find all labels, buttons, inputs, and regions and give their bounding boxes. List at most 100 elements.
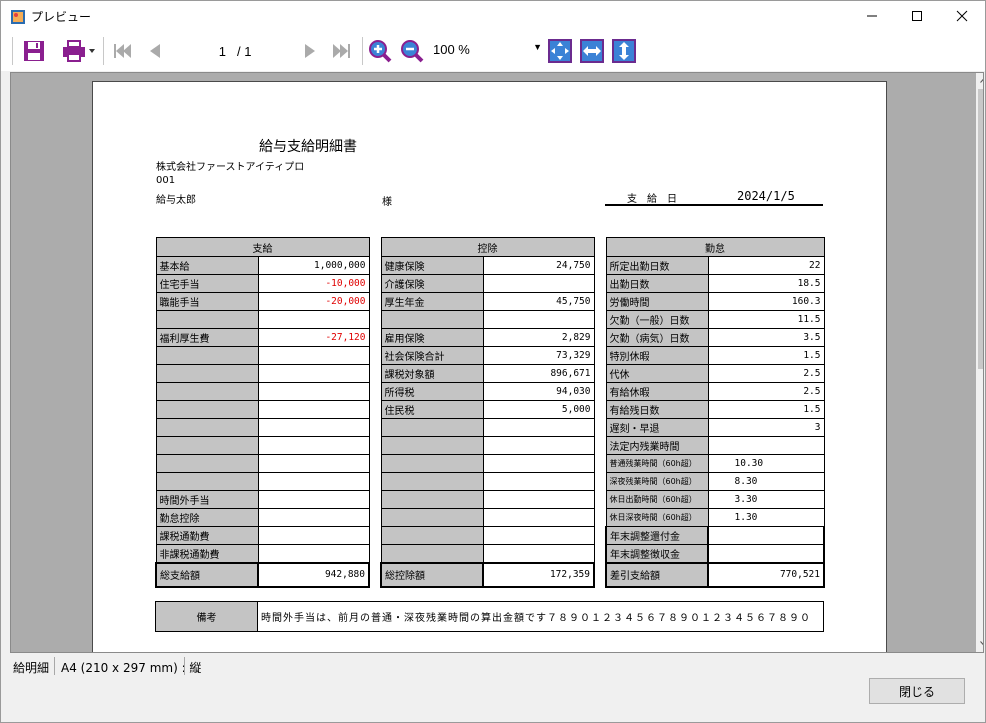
row-label: 住宅手当 [155, 274, 259, 293]
row-label [380, 526, 484, 545]
deductions-total-label: 総控除額 [380, 561, 484, 588]
deductions-total-value: 172,359 [482, 561, 595, 588]
table-row [155, 400, 370, 419]
remarks-label: 備考 [155, 601, 258, 632]
table-row: 職能手当 -20,000 [155, 292, 370, 311]
save-button[interactable] [21, 38, 47, 64]
table-row: 出勤日数 18.5 [605, 274, 825, 293]
row-value: 94,030 [482, 382, 595, 401]
scroll-up-icon[interactable] [980, 77, 984, 83]
preview-window: プレビュー / 1 100 % ▼ 給与支給明細書 株式会社ファ [0, 0, 986, 723]
row-value [257, 400, 370, 419]
table-row: 課税通勤費 [155, 526, 370, 545]
payments-table: 支給 基本給 1,000,000 住宅手当 -10,000 職能手当 -20,000 福利厚生… [155, 237, 370, 588]
row-label [155, 454, 259, 473]
honorific: 様 [382, 197, 392, 208]
deductions-header-row: 控除 [380, 237, 595, 257]
row-value [257, 454, 370, 473]
fit-height-button[interactable] [611, 38, 637, 64]
table-row: 普通残業時間（60h超） 10.30 [605, 454, 825, 473]
table-row [155, 418, 370, 437]
close-window-button[interactable] [939, 1, 985, 31]
table-row: 健康保険 24,750 [380, 256, 595, 275]
table-row: 所得税 94,030 [380, 382, 595, 401]
row-value [482, 274, 595, 293]
minimize-button[interactable] [849, 1, 895, 31]
table-row: 有給休暇 2.5 [605, 382, 825, 401]
attendance-total-label: 差引支給額 [605, 561, 709, 588]
row-label [380, 490, 484, 509]
page-number-input[interactable] [171, 39, 229, 63]
row-label: 普通残業時間（60h超） [605, 454, 709, 473]
scroll-thumb[interactable] [978, 89, 983, 369]
report-page: 給与支給明細書 株式会社ファーストアイティプロ 001 給与太郎 様 支 給 日… [92, 81, 887, 652]
row-label: 代休 [605, 364, 709, 383]
zoom-out-icon [401, 40, 424, 63]
row-label: 基本給 [155, 256, 259, 275]
row-value: 18.5 [707, 274, 825, 293]
fit-width-button[interactable] [579, 38, 605, 64]
fit-height-icon [612, 39, 636, 63]
close-button[interactable]: 閉じる [869, 678, 965, 704]
table-row [380, 454, 595, 473]
row-label [380, 508, 484, 527]
row-value: 2,829 [482, 328, 595, 347]
zoom-out-button[interactable] [399, 38, 425, 64]
row-label: 社会保険合計 [380, 346, 484, 365]
vertical-scrollbar[interactable] [976, 73, 984, 652]
row-label: 労働時間 [605, 292, 709, 311]
table-row [155, 472, 370, 491]
row-label: 福利厚生費 [155, 328, 259, 347]
pay-date: 2024/1/5 [737, 189, 795, 203]
employee-code: 001 [156, 175, 176, 186]
row-label: 年末調整徴収金 [605, 544, 709, 563]
table-row [380, 418, 595, 437]
status-report-name: 給明細 [13, 661, 50, 675]
preview-viewport[interactable]: 給与支給明細書 株式会社ファーストアイティプロ 001 給与太郎 様 支 給 日… [10, 72, 984, 653]
row-label: 厚生年金 [380, 292, 484, 311]
attendance-header: 勤怠 [605, 237, 825, 257]
row-label [155, 346, 259, 365]
row-value [257, 382, 370, 401]
row-value [257, 310, 370, 329]
zoom-select[interactable]: 100 % ▼ [429, 39, 545, 63]
row-label [380, 454, 484, 473]
table-row [380, 472, 595, 491]
pay-date-label: 支 給 日 [627, 194, 677, 205]
table-row: 代休 2.5 [605, 364, 825, 383]
next-page-button[interactable] [297, 38, 323, 64]
table-row [380, 526, 595, 545]
row-label: 雇用保険 [380, 328, 484, 347]
fit-page-button[interactable] [547, 38, 573, 64]
prev-page-button[interactable] [142, 38, 168, 64]
row-label: 休日深夜時間（60h超） [605, 508, 709, 527]
row-label: 深夜残業時間（60h超） [605, 472, 709, 491]
row-value: 2.5 [707, 364, 825, 383]
remarks-table: 備考 時間外手当は、前月の普通・深夜残業時間の算出金額です７８９０１２３４５６７… [155, 601, 824, 632]
row-value: 73,329 [482, 346, 595, 365]
row-value: 1.5 [707, 346, 825, 365]
row-label: 遅刻・早退 [605, 418, 709, 437]
row-value [257, 364, 370, 383]
deductions-header: 控除 [380, 237, 595, 257]
row-label [155, 382, 259, 401]
row-label: 所得税 [380, 382, 484, 401]
print-button[interactable] [59, 38, 99, 64]
row-label: 有給休暇 [605, 382, 709, 401]
zoom-in-button[interactable] [367, 38, 393, 64]
deductions-table: 控除 健康保険 24,750 介護保険 厚生年金 45,750 雇用保険 2,829 社会保険合… [380, 237, 595, 588]
row-label: 勤怠控除 [155, 508, 259, 527]
row-value: 1.5 [707, 400, 825, 419]
row-value: 11.5 [707, 310, 825, 329]
row-value [482, 310, 595, 329]
first-page-button[interactable] [109, 38, 135, 64]
row-label: 欠勤（病気）日数 [605, 328, 709, 347]
row-value [257, 544, 370, 563]
maximize-button[interactable] [894, 1, 940, 31]
last-page-button[interactable] [328, 38, 356, 64]
table-row: 法定内残業時間 [605, 436, 825, 455]
row-value [707, 544, 825, 563]
table-row: 特別休暇 1.5 [605, 346, 825, 365]
scroll-down-icon[interactable] [980, 641, 984, 647]
table-row: 休日深夜時間（60h超） 1.30 [605, 508, 825, 527]
